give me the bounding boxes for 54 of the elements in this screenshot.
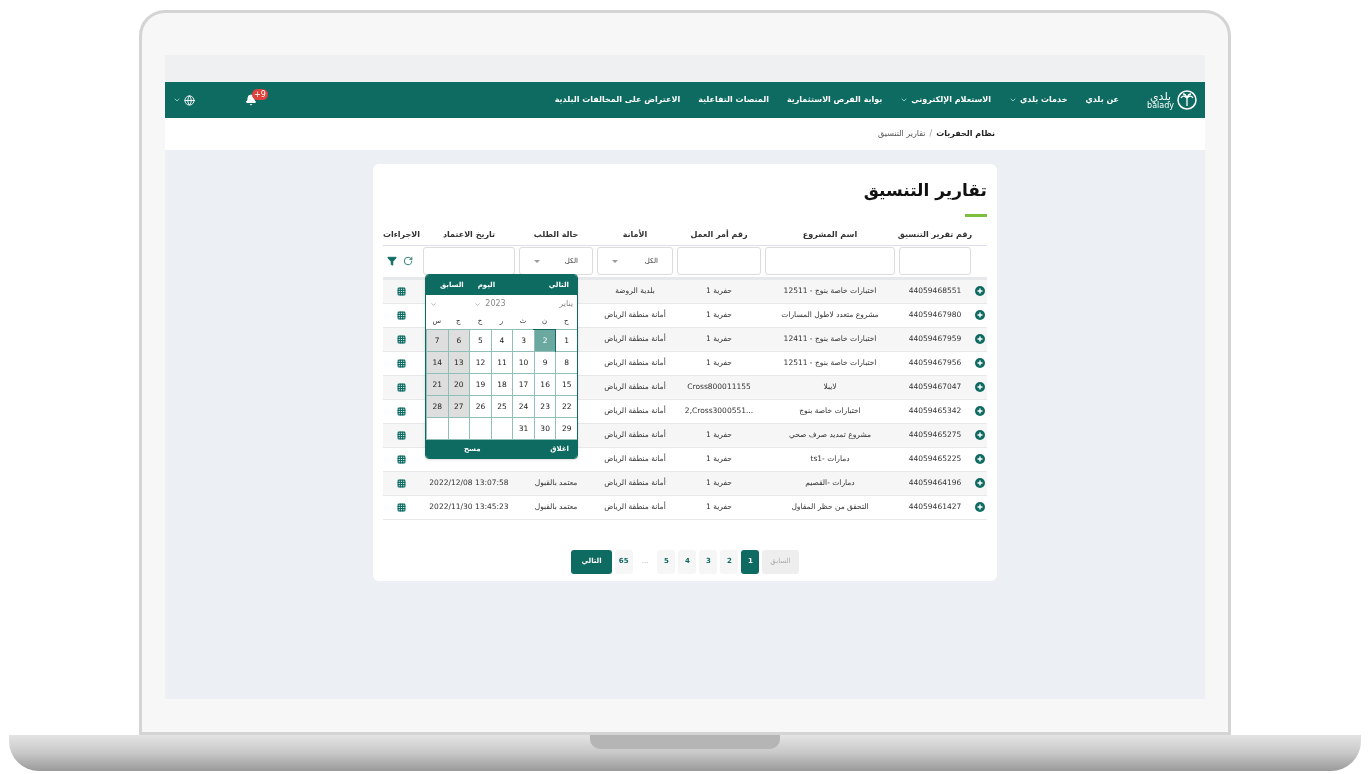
plus-circle-icon[interactable] [975, 406, 985, 416]
plus-circle-icon[interactable] [975, 334, 985, 344]
grid-menu-icon[interactable] [397, 478, 406, 488]
grid-menu-icon[interactable] [397, 406, 406, 416]
notification-badge: +9 [252, 89, 268, 100]
filter-icon[interactable] [387, 256, 397, 266]
column-header: اسم المشروع [801, 228, 859, 241]
page-title: تقارير التنسيق [862, 179, 987, 203]
nav-link[interactable]: الاعتراض على المخالفات البلدية [554, 94, 681, 106]
caret-icon [900, 96, 909, 104]
logo-subtext: balady [1147, 101, 1174, 110]
column-header: رقم أمر العمل [689, 228, 749, 241]
grid-menu-icon[interactable] [397, 382, 406, 392]
filter-input[interactable] [677, 247, 761, 275]
palm-logo-icon [1177, 90, 1197, 110]
plus-circle-icon[interactable] [975, 310, 985, 320]
filter-input[interactable] [765, 247, 895, 275]
title-underline [965, 213, 987, 217]
column-header: تاريخ الاعتماد [441, 228, 497, 241]
breadcrumb-link[interactable]: تقارير التنسيق [878, 128, 926, 140]
grid-menu-icon[interactable] [397, 502, 406, 512]
caret-icon[interactable] [173, 96, 181, 104]
year-select[interactable]: 2023 [485, 298, 506, 310]
nav-link[interactable]: المنصات التفاعلية [698, 94, 769, 106]
plus-circle-icon[interactable] [975, 502, 985, 512]
grid-menu-icon[interactable] [397, 310, 406, 320]
nav-link[interactable]: خدمات بلدي [1009, 94, 1068, 106]
plus-circle-icon[interactable] [975, 430, 985, 440]
month-select[interactable]: يناير [543, 298, 573, 310]
plus-circle-icon[interactable] [975, 286, 985, 296]
plus-circle-icon[interactable] [975, 382, 985, 392]
breadcrumb-link[interactable]: نظام الحفريات [936, 128, 995, 140]
refresh-icon[interactable] [403, 256, 413, 266]
plus-circle-icon[interactable] [975, 454, 985, 464]
bell-icon[interactable] [245, 94, 257, 106]
grid-menu-icon[interactable] [397, 430, 406, 440]
column-header: حالة الطلب [532, 228, 580, 241]
breadcrumb-separator: / [929, 128, 933, 140]
plus-circle-icon[interactable] [975, 358, 985, 368]
grid-menu-icon[interactable] [397, 334, 406, 344]
column-header: الأمانة [621, 228, 649, 241]
caret-icon [1009, 96, 1017, 104]
column-header: رقم تقرير التنسيق [897, 228, 973, 241]
grid-menu-icon[interactable] [397, 286, 406, 296]
nav-link[interactable]: عن بلدي [1085, 94, 1120, 106]
column-header: الاجراءات [383, 228, 421, 241]
grid-menu-icon[interactable] [397, 358, 406, 368]
plus-circle-icon[interactable] [975, 478, 985, 488]
logo-text: بلدي [1150, 90, 1172, 102]
globe-icon[interactable] [184, 94, 195, 106]
grid-menu-icon[interactable] [397, 454, 406, 464]
filter-input[interactable] [899, 247, 971, 275]
nav-link[interactable]: الاستعلام الإلكتروني [900, 94, 991, 106]
nav-link[interactable]: بوابة الفرص الاستثمارية [786, 94, 883, 106]
